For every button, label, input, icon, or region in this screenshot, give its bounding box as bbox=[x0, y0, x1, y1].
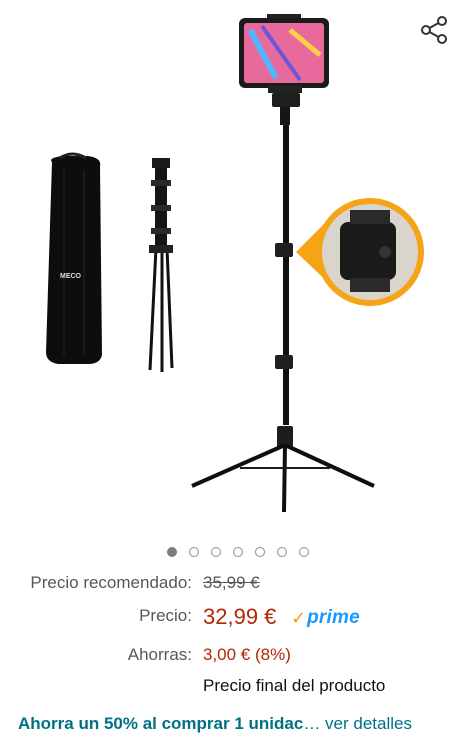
folded-tripod-image bbox=[148, 158, 174, 372]
savings-label: Ahorras: bbox=[127, 645, 192, 664]
promotion-ellipsis: … bbox=[303, 714, 321, 733]
pagination-dot[interactable] bbox=[210, 547, 221, 557]
pagination-dot[interactable] bbox=[298, 547, 309, 557]
savings-row: Ahorras: 3,00 € (8%) bbox=[0, 645, 475, 675]
pagination-dot[interactable] bbox=[276, 547, 287, 557]
promotion-banner[interactable]: Ahorra un 50% al comprar 1 unidac… ver d… bbox=[18, 714, 412, 734]
prime-badge: ✓ prime bbox=[291, 607, 360, 629]
promotion-text: Ahorra un 50% al comprar 1 unidac bbox=[18, 714, 304, 733]
final-price-note: Precio final del producto bbox=[203, 676, 386, 695]
detail-callout bbox=[296, 198, 424, 306]
pagination-dot[interactable] bbox=[188, 547, 199, 557]
tablet-image bbox=[239, 14, 329, 93]
prime-label: prime bbox=[307, 607, 360, 628]
bag-logo-text: MECO bbox=[60, 273, 82, 280]
carry-bag-image: MECO bbox=[46, 152, 102, 364]
price-label: Precio: bbox=[139, 606, 192, 625]
product-image: MECO bbox=[46, 14, 424, 513]
recommended-price-value: 35,99 € bbox=[203, 573, 260, 592]
see-details-link[interactable]: ver detalles bbox=[325, 714, 412, 733]
pagination-dot[interactable] bbox=[166, 547, 177, 557]
savings-value: 3,00 € (8%) bbox=[203, 645, 291, 664]
pagination-dot[interactable] bbox=[254, 547, 265, 557]
prime-check-icon: ✓ bbox=[291, 607, 307, 628]
price-row: Precio: 32,99 € bbox=[0, 604, 475, 636]
share-icon[interactable] bbox=[418, 14, 450, 46]
product-image-gallery[interactable]: MECO bbox=[0, 0, 475, 545]
recommended-price-label: Precio recomendado: bbox=[30, 573, 192, 592]
pagination-dot[interactable] bbox=[232, 547, 243, 557]
price-value: 32,99 € bbox=[203, 604, 277, 629]
tripod-stand-image bbox=[191, 93, 375, 513]
recommended-price-row: Precio recomendado: 35,99 € bbox=[0, 573, 475, 603]
image-pagination bbox=[0, 547, 475, 561]
